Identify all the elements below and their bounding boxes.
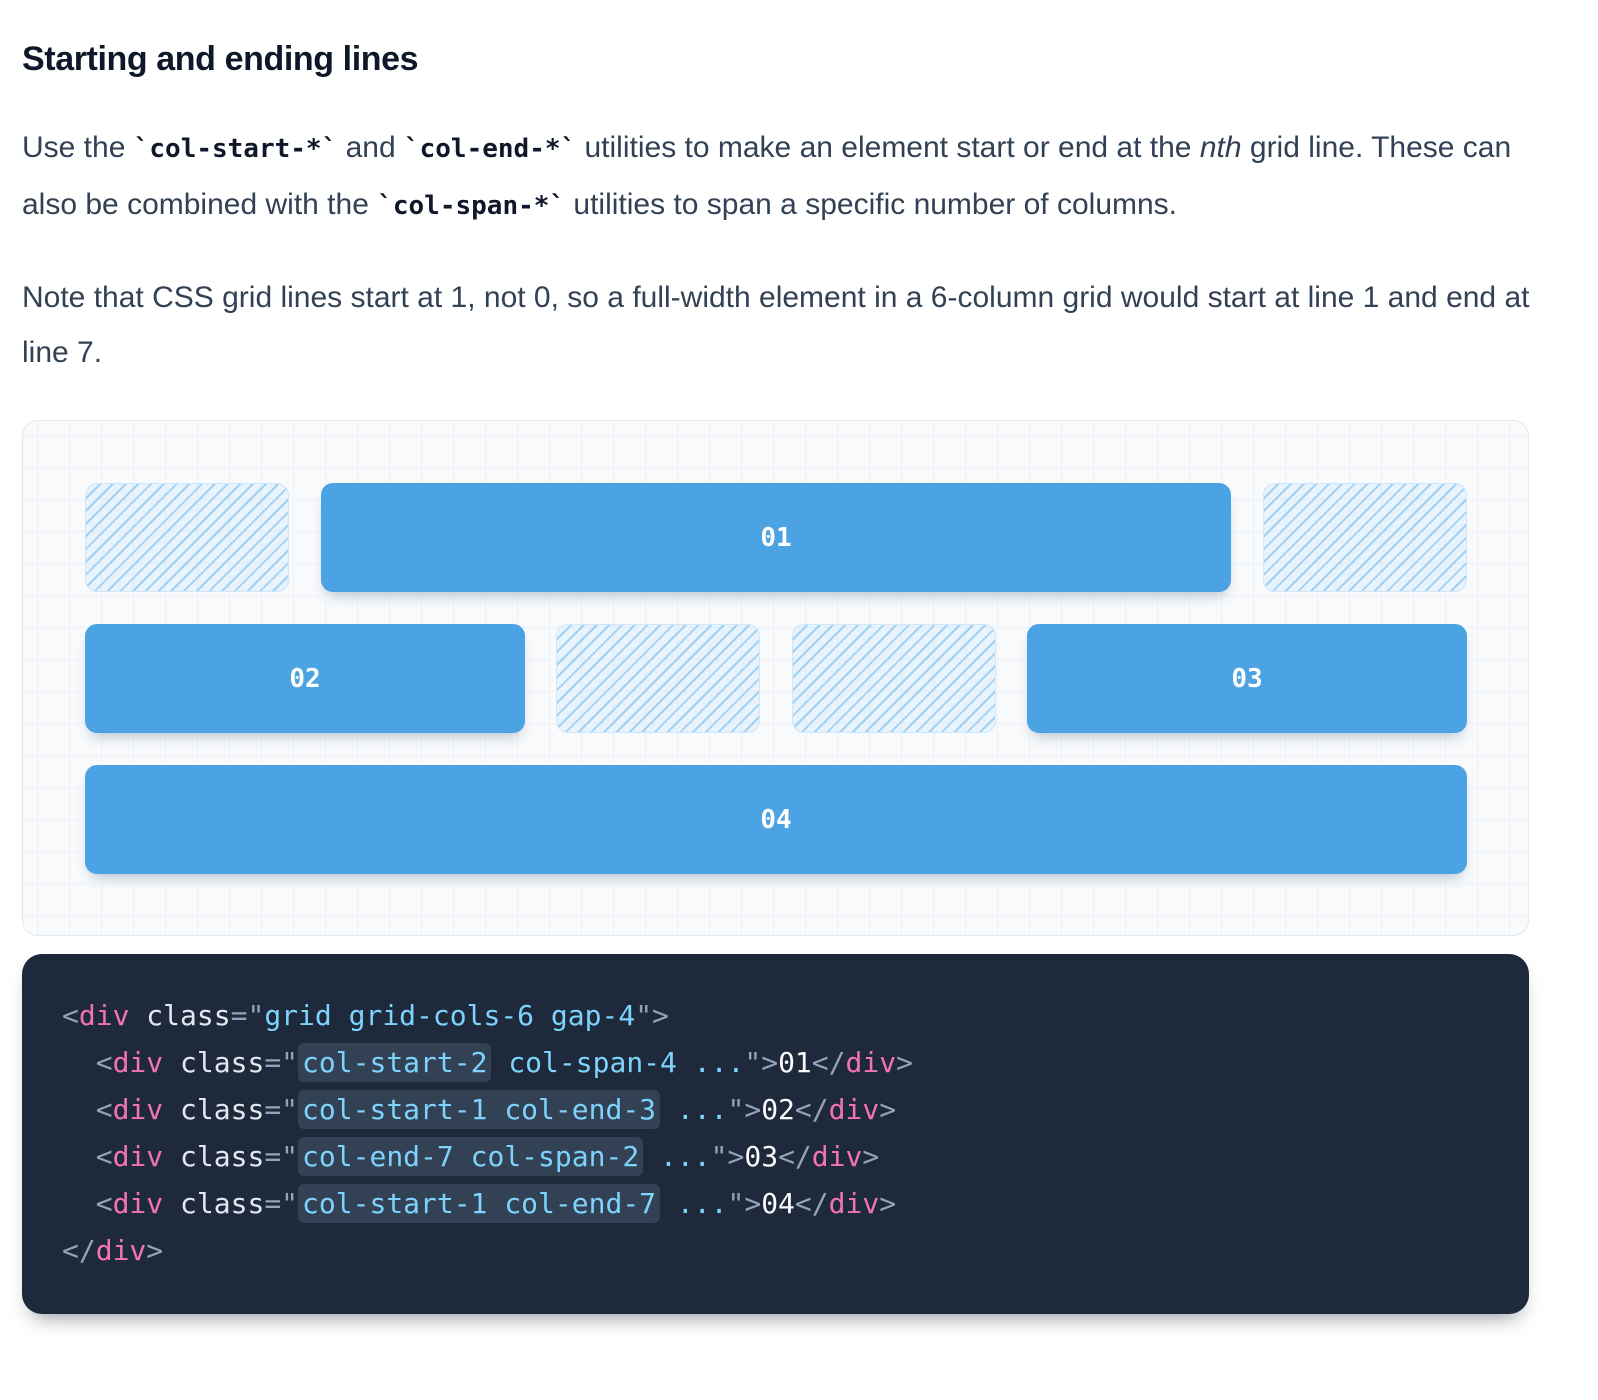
code-tag-name: div — [845, 1046, 897, 1079]
code-tag-name: div — [95, 1234, 147, 1267]
inline-code-col-start: `col-start-*` — [133, 134, 338, 164]
empty-grid-cell — [556, 624, 760, 733]
intro-text-mid: utilities to make an element start or en… — [576, 131, 1200, 164]
code-highlighted-class: col-end-7 col-span-2 — [298, 1137, 644, 1176]
grid-item-03: 03 — [1027, 624, 1467, 733]
code-element-content: 01 — [778, 1046, 812, 1079]
code-class-value: grid grid-cols-6 gap-4 — [264, 999, 636, 1032]
code-tag-name: div — [112, 1187, 164, 1220]
code-line-item-01: <div class=" col-start-2 col-span-4 ...">… — [62, 1039, 1529, 1086]
code-class-rest: ... — [643, 1140, 711, 1173]
code-line-item-03: <div class=" col-end-7 col-span-2 ...">03… — [62, 1133, 1529, 1180]
code-class-rest: ... — [660, 1093, 728, 1126]
grid-item-04: 04 — [85, 765, 1467, 874]
grid-item-02: 02 — [85, 624, 525, 733]
code-attr-name: class — [180, 1187, 265, 1220]
code-attr-name: class — [180, 1093, 265, 1126]
code-highlighted-class: col-start-1 col-end-3 — [298, 1090, 661, 1129]
code-line-item-04: <div class=" col-start-1 col-end-7 ...">0… — [62, 1180, 1529, 1227]
grid-item-label: 01 — [760, 522, 792, 553]
code-attr-name: class — [180, 1046, 265, 1079]
code-highlighted-class: col-start-1 col-end-7 — [298, 1184, 661, 1223]
code-tag-name: div — [112, 1046, 164, 1079]
grid-item-label: 04 — [760, 804, 792, 835]
code-class-rest: ... — [660, 1187, 728, 1220]
inline-code-col-end: `col-end-*` — [403, 134, 577, 164]
code-line-outer-close: </div> — [62, 1234, 164, 1267]
code-tag-name: div — [811, 1140, 863, 1173]
grid-item-label: 02 — [289, 663, 321, 694]
section-heading: Starting and ending lines — [22, 40, 419, 78]
intro-text-use: Use the — [22, 131, 134, 164]
code-tag-name: div — [828, 1093, 880, 1126]
empty-grid-cell — [1263, 483, 1467, 592]
code-element-content: 03 — [744, 1140, 779, 1173]
code-line-item-02: <div class=" col-start-1 col-end-3 ...">0… — [62, 1086, 1529, 1133]
intro-text-tail: utilities to span a specific number of c… — [565, 188, 1178, 221]
code-element-content: 04 — [761, 1187, 795, 1220]
code-tag-name: div — [78, 999, 130, 1032]
code-block[interactable]: <div class="grid grid-cols-6 gap-4"> <di… — [22, 954, 1529, 1314]
empty-grid-cell — [792, 624, 996, 733]
intro-text-and: and — [337, 131, 404, 164]
code-highlighted-class: col-start-2 — [298, 1043, 492, 1082]
grid-demo-panel: 01 02 03 04 — [22, 420, 1529, 936]
note-paragraph: Note that CSS grid lines start at 1, not… — [22, 281, 1530, 369]
intro-paragraph: Use the `col-start-*` and `col-end-*` ut… — [22, 120, 1562, 234]
code-line-outer-open: <div class="grid grid-cols-6 gap-4"> — [62, 999, 669, 1032]
grid-item-01: 01 — [321, 483, 1231, 592]
code-class-rest: col-span-4 ... — [491, 1046, 745, 1079]
code-element-content: 02 — [761, 1093, 795, 1126]
empty-grid-cell — [85, 483, 289, 592]
code-tag-name: div — [112, 1140, 164, 1173]
grid-item-label: 03 — [1231, 663, 1263, 694]
inline-code-col-span: `col-span-*` — [377, 191, 566, 221]
intro-emphasis-nth: nth — [1199, 131, 1242, 164]
code-attr-name: class — [146, 999, 231, 1032]
code-attr-name: class — [180, 1140, 265, 1173]
code-tag-name: div — [112, 1093, 164, 1126]
code-tag-name: div — [828, 1187, 880, 1220]
